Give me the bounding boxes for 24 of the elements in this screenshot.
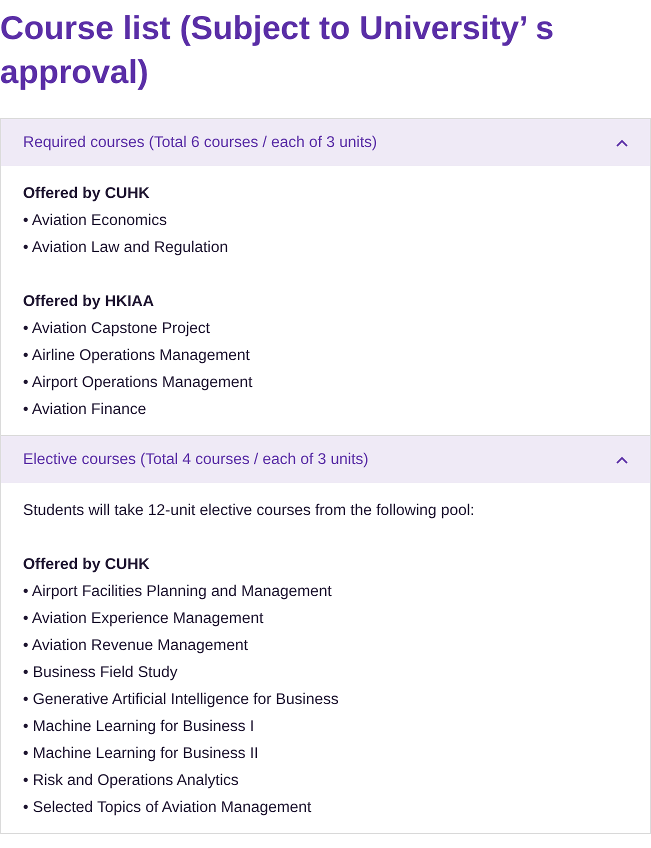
paragraph-text: Students will take 12-unit elective courses from the following pool: (23, 501, 476, 521)
course-item: • Aviation Finance (23, 400, 148, 420)
course-item: • Machine Learning for Business I (23, 717, 256, 737)
course-item: • Aviation Revenue Management (23, 636, 249, 656)
course-item: • Business Field Study (23, 663, 178, 683)
course-item: • Machine Learning for Business II (23, 744, 260, 764)
accordion-header[interactable]: Required courses (Total 6 courses / each of 3 units) (1, 119, 650, 166)
course-item: • Airport Operations Management (23, 373, 254, 393)
course-item: • Aviation Experience Management (23, 609, 264, 629)
page-title: Course list (Subject to University’ s approval) (0, 8, 555, 92)
accordion-header[interactable]: Elective courses (Total 4 courses / each of 3 units) (1, 436, 650, 483)
course-item: • Risk and Operations Analytics (23, 771, 240, 791)
caret-up-icon (616, 138, 628, 146)
course-item: • Aviation Law and Regulation (23, 238, 230, 258)
course-item: • Aviation Economics (23, 211, 168, 231)
course-item: • Selected Topics of Aviation Management (23, 798, 312, 818)
group-heading: Offered by CUHK (23, 555, 151, 575)
course-item: • Aviation Capstone Project (23, 319, 211, 339)
course-item: • Airport Facilities Planning and Management (23, 582, 333, 602)
group-heading: Offered by HKIAA (23, 292, 155, 312)
group-heading: Offered by CUHK (23, 184, 151, 204)
course-item: • Generative Artificial Intelligence for Business (23, 690, 340, 710)
course-item: • Airline Operations Management (23, 346, 251, 366)
caret-up-icon (616, 456, 628, 464)
